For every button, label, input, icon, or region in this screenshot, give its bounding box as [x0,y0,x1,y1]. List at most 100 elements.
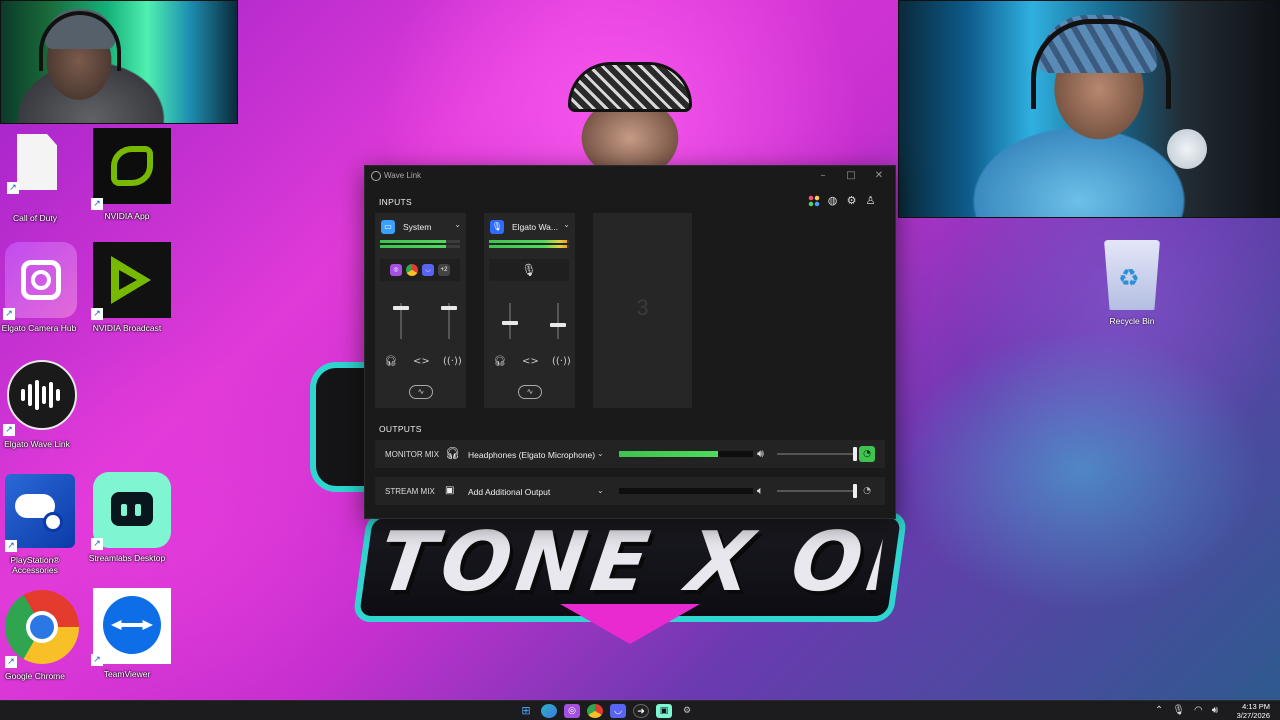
output-volume-track[interactable] [777,490,857,492]
speaker-muted-icon[interactable]: 🔈︎ [757,484,764,498]
chrome-icon: ↗ [0,588,79,668]
inputs-section-label: INPUTS [379,197,412,207]
wave-link-app-icon [371,171,381,181]
channel-header[interactable]: 🎙︎ Elgato Wa... ⌄ [490,220,570,234]
streamlabs-taskbar-icon[interactable]: ▣ [656,704,672,718]
windows-start-icon[interactable]: ⊞ [518,704,534,718]
shortcut-arrow-icon: ↗ [3,424,15,436]
desktop-icon-label: PlayStation® Accessories [10,555,60,575]
wallpaper-logo-text: TONE X OFIVE [373,515,887,605]
camera-hub-app-icon: ◎ [390,264,402,276]
monitor-icon: ▭ [381,220,395,234]
streaming-app-icon[interactable]: ➜ [633,704,649,718]
output-volume-knob[interactable] [853,447,857,461]
stream-mix-fader-knob[interactable] [441,306,457,311]
taskbar-clock[interactable]: 4:13 PM 3/27/2026 [1237,702,1270,720]
desktop-icon-google-chrome[interactable]: ↗ Google Chrome [0,588,79,681]
close-button[interactable]: ✕ [867,168,891,184]
webcam-overlay-right [898,0,1280,218]
channel-header[interactable]: ▭ System ⌄ [381,220,461,234]
desktop-icon-label: Streamlabs Desktop [88,553,166,563]
camera-hub-icon: ↗ [1,240,77,320]
playstation-accessories-icon: ↗ [0,472,75,552]
shortcut-arrow-icon: ↗ [7,182,19,194]
nvidia-broadcast-icon: ↗ [89,240,171,320]
discord-app-icon: ◡ [422,264,434,276]
channel-mix-icons: 🎧︎ <> ((·)) [383,356,462,370]
shortcut-arrow-icon: ↗ [3,308,15,320]
effects-waveform-icon[interactable]: ∿ [409,385,433,399]
input-channel-system: ▭ System ⌄ ◎ ◡ +2 🎧︎ <> ((·)) ∿ [375,213,466,408]
discord-taskbar-icon[interactable]: ◡ [610,704,626,718]
chevron-down-icon[interactable]: ⌄ [597,449,604,458]
microphone [1167,129,1207,169]
headphones-icon: 🎧︎ [445,446,461,460]
chevron-down-icon[interactable]: ⌄ [597,486,604,495]
output-row-monitor-mix: MONITOR MIX 🎧︎ Headphones (Elgato Microp… [375,440,885,468]
app-sources[interactable]: ◎ ◡ +2 [380,259,460,281]
monitor-ear-icon[interactable]: ◔ [859,446,875,462]
chevron-up-icon[interactable]: ⌃ [1155,704,1163,718]
broadcast-icon[interactable]: ((·)) [552,356,571,370]
shortcut-arrow-icon: ↗ [91,538,103,550]
wave-link-window: Wave Link – □ ✕ INPUTS ◍ ⚙ ♙ ▭ System ⌄ … [364,165,896,519]
link-icon[interactable]: <> [522,356,539,370]
desktop-icon-call-of-duty[interactable]: ↗ Call of Duty [0,130,78,223]
wave-link-icon: ↗ [0,356,77,436]
microphone-icon: 🎙︎ [521,263,537,277]
desktop-icon-nvidia-broadcast[interactable]: ↗ NVIDIA Broadcast [84,240,171,333]
headphones-icon[interactable]: 🎧︎ [492,356,508,370]
desktop-icon-label: NVIDIA App [104,211,150,221]
output-volume-knob[interactable] [853,484,857,498]
desktop-icon-recycle-bin[interactable]: ♻ Recycle Bin [1094,240,1170,326]
wallpaper-logo-bandana [568,62,692,112]
stream-mix-fader-track[interactable] [557,303,559,339]
account-user-icon[interactable]: ♙ [864,194,877,207]
level-meter-left [489,240,569,243]
settings-gear-icon[interactable]: ⚙ [679,704,695,718]
window-titlebar[interactable]: Wave Link – □ ✕ [365,166,895,186]
desktop-icon-label: NVIDIA Broadcast [92,323,162,333]
marketplace-icon[interactable] [808,195,820,207]
wifi-icon[interactable]: ◠ [1194,704,1203,718]
output-row-stream-mix: STREAM MIX ▣ Add Additional Output ⌄ 🔈︎ … [375,477,885,505]
monitor-mix-fader-knob[interactable] [393,306,409,311]
desktop-icon-nvidia-app[interactable]: ↗ NVIDIA App [84,128,171,221]
system-tray: ⌃ 🎙︎ ◠ 🔊︎ [1155,704,1218,718]
elgato-icon[interactable]: ◍ [826,194,839,207]
desktop-icon-elgato-wave-link[interactable]: ↗ Elgato Wave Link [0,356,80,449]
monitor-mix-fader-knob[interactable] [502,320,518,325]
output-device-select[interactable]: Add Additional Output [468,487,550,497]
shortcut-arrow-icon: ↗ [91,654,103,666]
slot-number: 3 [636,295,649,320]
chrome-taskbar-icon[interactable] [587,704,603,718]
desktop-icon-teamviewer[interactable]: ↗ TeamViewer [84,586,171,679]
desktop-icon-elgato-camera-hub[interactable]: ↗ Elgato Camera Hub [0,240,82,333]
add-input-slot[interactable]: 3 [593,213,692,408]
toolbar: ◍ ⚙ ♙ [808,194,877,207]
shortcut-arrow-icon: ↗ [91,198,103,210]
mic-settings[interactable]: 🎙︎ [489,259,569,281]
speaker-volume-icon[interactable]: 🔊︎ [757,447,764,461]
edge-icon[interactable] [541,704,557,718]
effects-waveform-icon[interactable]: ∿ [518,385,542,399]
microphone-icon[interactable]: 🎙︎ [1172,704,1185,718]
desktop-icon-playstation-accessories[interactable]: ↗ PlayStation® Accessories [0,472,78,575]
output-volume-track[interactable] [777,453,857,455]
minimize-button[interactable]: – [811,168,835,184]
channel-mix-icons: 🎧︎ <> ((·)) [492,356,571,370]
channel-name: Elgato Wa... [512,222,558,232]
taskbar: ⊞ ◎ ◡ ➜ ▣ ⚙ ⌃ 🎙︎ ◠ 🔊︎ 4:13 PM 3/27/2026 [0,700,1280,720]
recycle-symbol-icon: ♻ [1118,264,1140,292]
headphones-icon[interactable]: 🎧︎ [383,356,399,370]
camera-hub-taskbar-icon[interactable]: ◎ [564,704,580,718]
maximize-button[interactable]: □ [839,168,863,184]
broadcast-icon[interactable]: ((·)) [443,356,462,370]
stream-mix-fader-knob[interactable] [550,322,566,327]
volume-icon[interactable]: 🔊︎ [1212,704,1218,718]
settings-gear-icon[interactable]: ⚙ [845,194,858,207]
output-device-select[interactable]: Headphones (Elgato Microphone) [468,450,595,460]
link-icon[interactable]: <> [413,356,430,370]
monitor-ear-icon[interactable]: ◔ [859,483,875,499]
desktop-icon-streamlabs-desktop[interactable]: ↗ Streamlabs Desktop [84,470,171,563]
